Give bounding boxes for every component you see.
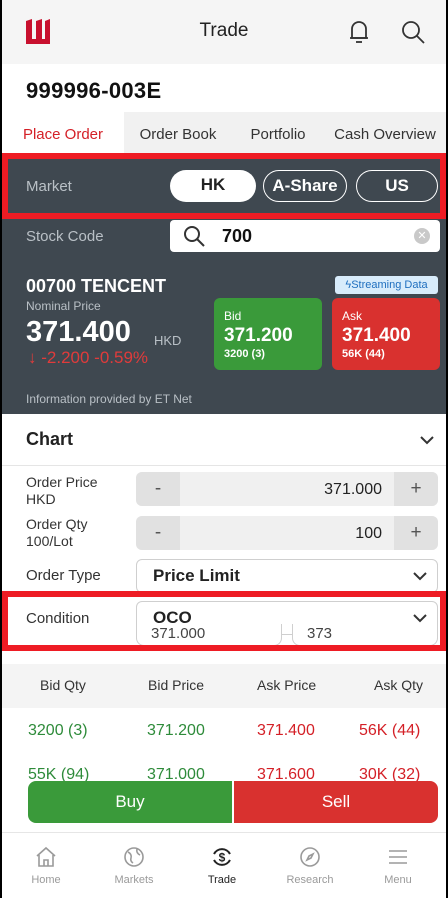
bid-box[interactable]: Bid 371.200 3200 (3) (214, 298, 322, 370)
bid-volume: 3200 (3) (224, 348, 265, 360)
bid-qty-cell: 3200 (3) (28, 722, 88, 739)
ask-price-cell: 371.400 (257, 722, 315, 739)
chevron-down-icon (413, 572, 427, 581)
nav-research[interactable]: Research (266, 833, 354, 898)
order-type-value: Price Limit (153, 566, 240, 585)
compass-icon (300, 847, 320, 867)
ask-price: 371.400 (342, 325, 411, 346)
ask-qty-cell: 56K (44) (359, 722, 421, 739)
nav-home-label: Home (31, 874, 61, 886)
nav-research-label: Research (286, 874, 334, 886)
nominal-price: 371.400 (26, 316, 131, 348)
market-highlight-box (2, 153, 446, 219)
order-price-label: Order Price HKD (26, 474, 98, 508)
order-qty-value[interactable]: 100 (355, 525, 382, 543)
tab-cash-overview[interactable]: Cash Overview (324, 112, 446, 158)
buy-button[interactable]: Buy (28, 781, 232, 823)
nav-markets[interactable]: Markets (90, 833, 178, 898)
condition-highlight-box (2, 591, 446, 651)
header-bid-price: Bid Price (148, 677, 205, 693)
order-type-select[interactable]: Price Limit (136, 559, 438, 593)
order-type-label: Order Type (26, 567, 101, 584)
chart-label: Chart (26, 429, 74, 449)
decrease-qty-button[interactable]: - (136, 516, 180, 550)
decrease-price-button[interactable]: - (136, 472, 180, 506)
streaming-label: Streaming Data (351, 279, 428, 291)
chevron-down-icon (420, 436, 434, 445)
nav-markets-label: Markets (114, 874, 154, 886)
bottom-nav: Home Markets $ Trade Research Menu (2, 832, 446, 898)
tab-order-book[interactable]: Order Book (124, 112, 232, 158)
order-qty-stepper[interactable]: - 100 + (136, 516, 438, 550)
data-source-note: Information provided by ET Net (26, 392, 192, 406)
ask-box[interactable]: Ask 371.400 56K (44) (332, 298, 440, 370)
header-bid-qty: Bid Qty (40, 677, 86, 693)
order-price-label-text: Order Price HKD (26, 474, 98, 507)
chart-toggle[interactable]: Chart (2, 414, 446, 466)
header-ask-qty: Ask Qty (374, 677, 424, 693)
ask-volume: 56K (44) (342, 348, 385, 360)
order-price-value[interactable]: 371.000 (324, 481, 382, 499)
order-qty-label: Order Qty 100/Lot (26, 516, 87, 550)
order-book-header: Bid Qty Bid Price Ask Price Ask Qty (2, 664, 446, 708)
search-icon[interactable] (399, 18, 427, 46)
price-currency: HKD (154, 333, 182, 348)
tab-portfolio[interactable]: Portfolio (232, 112, 324, 158)
nav-trade-label: Trade (207, 874, 237, 886)
svg-text:$: $ (219, 851, 226, 865)
stock-code-field[interactable]: ✕ (170, 220, 440, 252)
sell-button[interactable]: Sell (234, 781, 438, 823)
bid-label: Bid (224, 309, 242, 323)
arrow-down-icon: ↓ (28, 348, 42, 367)
clear-icon[interactable]: ✕ (414, 228, 430, 244)
globe-icon (124, 847, 144, 867)
streaming-badge: ϟStreaming Data (335, 276, 438, 294)
tab-bar: Place Order Order Book Portfolio Cash Ov… (2, 112, 446, 158)
price-change: ↓ -2.200 -0.59% (28, 348, 148, 368)
bell-icon[interactable] (347, 18, 371, 46)
stock-code-label: Stock Code (26, 228, 104, 245)
stock-code-input[interactable] (222, 224, 402, 248)
order-qty-label-text: Order Qty 100/Lot (26, 516, 88, 549)
nav-menu-label: Menu (384, 874, 412, 886)
search-icon (184, 226, 205, 247)
trade-icon: $ (213, 848, 231, 866)
stock-name: 00700 TENCENT (26, 276, 167, 296)
nominal-price-label: Nominal Price (26, 299, 101, 313)
increase-price-button[interactable]: + (394, 472, 438, 506)
bid-price-cell: 371.200 (147, 722, 205, 739)
top-bar: Trade (2, 0, 446, 64)
menu-icon (389, 850, 407, 864)
app-frame: Trade 999996-003E Place Order Order Book… (0, 0, 448, 898)
increase-qty-button[interactable]: + (394, 516, 438, 550)
page-title: Trade (199, 20, 249, 41)
bid-price: 371.200 (224, 325, 293, 346)
nav-home[interactable]: Home (2, 833, 90, 898)
account-number: 999996-003E (26, 78, 162, 103)
nav-trade[interactable]: $ Trade (178, 833, 266, 898)
home-icon (36, 846, 56, 867)
ask-label: Ask (342, 309, 363, 323)
header-ask-price: Ask Price (257, 677, 317, 693)
nav-menu[interactable]: Menu (354, 833, 442, 898)
price-change-value: -2.200 -0.59% (41, 348, 149, 367)
order-price-stepper[interactable]: - 371.000 + (136, 472, 438, 506)
tab-place-order[interactable]: Place Order (2, 112, 124, 158)
